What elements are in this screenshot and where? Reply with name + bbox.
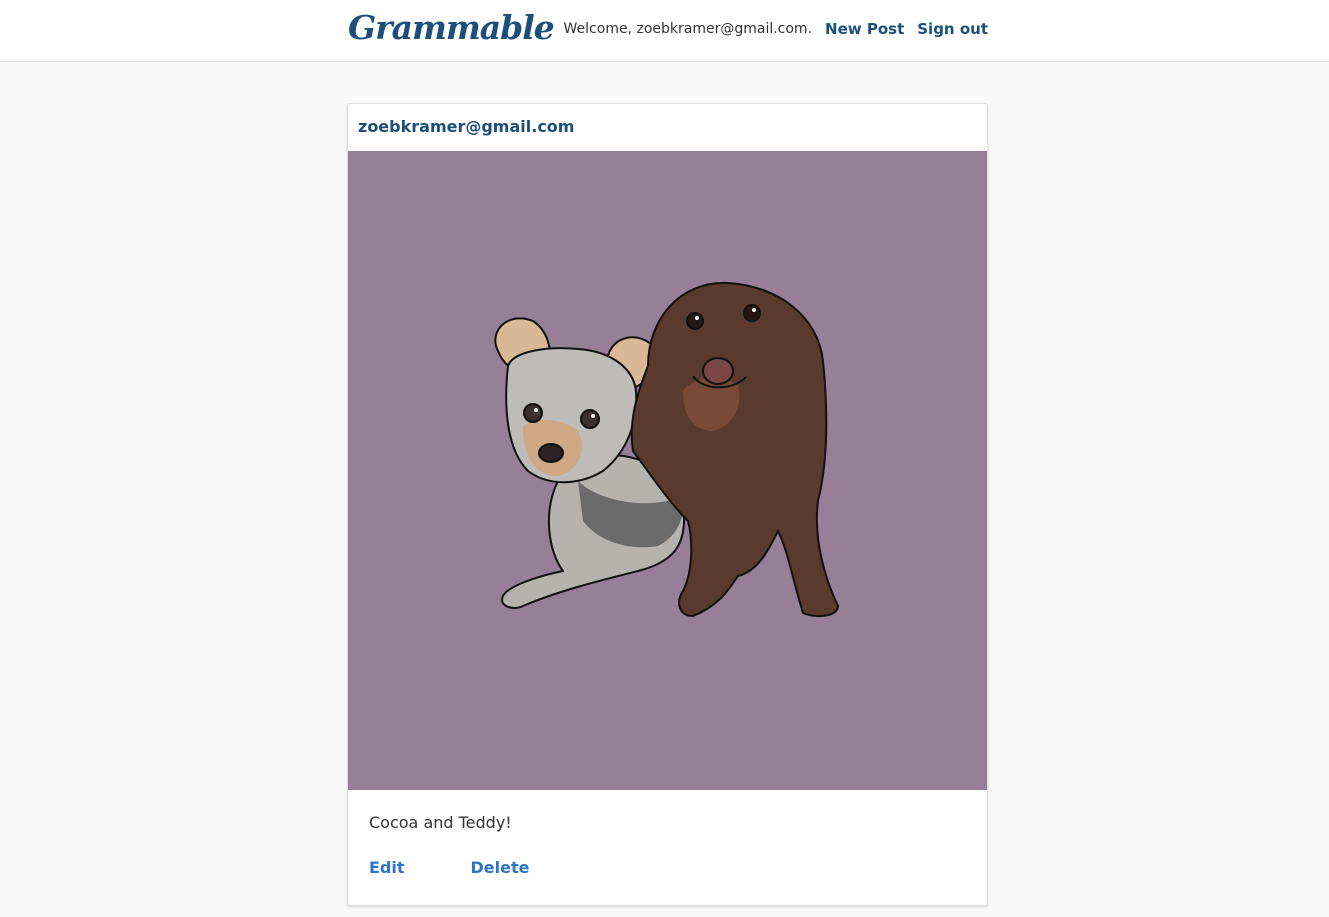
post-caption: Cocoa and Teddy! (369, 813, 512, 832)
post-card: zoebkramer@gmail.com Cocoa and Teddy! Ed… (347, 103, 988, 906)
sign-out-link[interactable]: Sign out (917, 18, 988, 40)
new-post-link[interactable]: New Post (825, 18, 904, 40)
delete-post-link[interactable]: Delete (471, 857, 530, 879)
edit-post-link[interactable]: Edit (369, 857, 405, 879)
post-author: zoebkramer@gmail.com (358, 117, 575, 136)
post-image (348, 151, 987, 790)
spaniel-illustration (630, 281, 839, 618)
post-actions: Edit Delete (369, 857, 529, 879)
brand-logo[interactable]: Grammable (348, 6, 555, 50)
top-navbar: Grammable Welcome, zoebkramer@gmail.com.… (0, 0, 1329, 62)
dogs-illustration (494, 281, 839, 618)
post-header: zoebkramer@gmail.com (348, 104, 987, 151)
welcome-text: Welcome, zoebkramer@gmail.com. (563, 21, 813, 37)
nav-right: Welcome, zoebkramer@gmail.com. New Post … (564, 18, 988, 40)
